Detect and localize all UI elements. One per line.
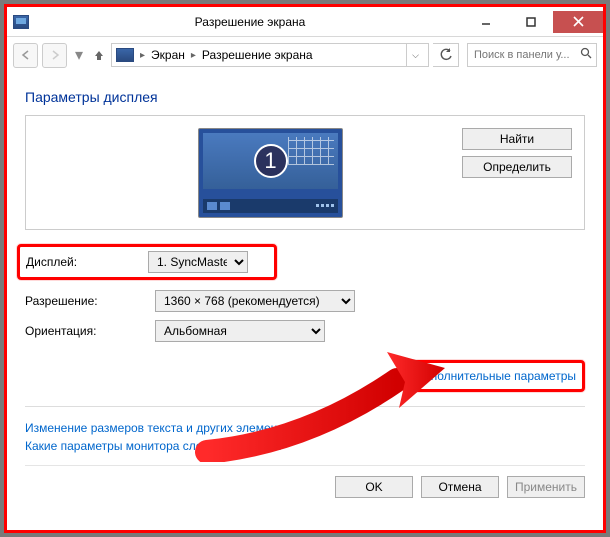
orientation-label: Ориентация:: [25, 324, 155, 338]
content-pane: Параметры дисплея 1 Найти Определить Дис…: [7, 73, 603, 530]
which-monitor-link[interactable]: Какие параметры монитора следует выбрать…: [25, 439, 585, 453]
resolution-row: Разрешение: 1360 × 768 (рекомендуется): [25, 286, 585, 316]
back-button[interactable]: [13, 43, 38, 68]
monitor-number-badge: 1: [254, 144, 288, 178]
text-size-link[interactable]: Изменение размеров текста и других элеме…: [25, 421, 585, 435]
maximize-button[interactable]: [508, 11, 553, 33]
ok-button[interactable]: OK: [335, 476, 413, 498]
separator: [25, 406, 585, 407]
chevron-right-icon: ▸: [191, 50, 196, 61]
titlebar: Разрешение экрана: [7, 7, 603, 37]
advanced-settings-link[interactable]: Дополнительные параметры: [416, 369, 576, 383]
forward-button[interactable]: [42, 43, 67, 68]
taskbar-preview: [203, 199, 338, 213]
find-button[interactable]: Найти: [462, 128, 572, 150]
display-row-highlight: Дисплей: 1. SyncMaster: [17, 244, 277, 280]
orientation-row: Ориентация: Альбомная: [25, 316, 585, 346]
desktop-grid-icon: [288, 137, 334, 165]
window-title: Разрешение экрана: [37, 15, 463, 29]
cancel-button[interactable]: Отмена: [421, 476, 499, 498]
dialog-button-bar: OK Отмена Применить: [25, 465, 585, 498]
chevron-right-icon: ▸: [140, 50, 145, 61]
settings-form: Дисплей: 1. SyncMaster Разрешение: 1360 …: [25, 242, 585, 346]
monitor-icon: [116, 48, 134, 62]
up-button[interactable]: [91, 43, 107, 68]
close-button[interactable]: [553, 11, 603, 33]
breadcrumb[interactable]: ▸ Экран ▸ Разрешение экрана ⌵: [111, 43, 429, 67]
breadcrumb-current[interactable]: Разрешение экрана: [202, 48, 313, 62]
detect-button[interactable]: Определить: [462, 156, 572, 178]
breadcrumb-root[interactable]: Экран: [151, 48, 185, 62]
navbar: ▾ ▸ Экран ▸ Разрешение экрана ⌵: [7, 37, 603, 73]
monitor-thumbnail[interactable]: 1: [198, 128, 343, 218]
apply-button[interactable]: Применить: [507, 476, 585, 498]
minimize-button[interactable]: [463, 11, 508, 33]
monitor-preview-panel: 1 Найти Определить: [25, 115, 585, 230]
resolution-label: Разрешение:: [25, 294, 155, 308]
orientation-select[interactable]: Альбомная: [155, 320, 325, 342]
advanced-link-highlight: Дополнительные параметры: [407, 360, 585, 392]
refresh-button[interactable]: [433, 43, 459, 67]
breadcrumb-dropdown[interactable]: ⌵: [406, 43, 424, 67]
page-heading: Параметры дисплея: [25, 89, 585, 105]
history-dropdown[interactable]: ▾: [71, 43, 87, 68]
app-icon: [13, 15, 29, 29]
search-input[interactable]: [472, 48, 580, 62]
resolution-select[interactable]: 1360 × 768 (рекомендуется): [155, 290, 355, 312]
screen-resolution-window: Разрешение экрана ▾ ▸ Экран ▸ Разрешение…: [7, 7, 603, 530]
display-select[interactable]: 1. SyncMaster: [148, 251, 248, 273]
search-box[interactable]: [467, 43, 597, 67]
display-label: Дисплей:: [26, 255, 148, 269]
related-links: Изменение размеров текста и других элеме…: [25, 417, 585, 457]
search-icon: [580, 46, 592, 64]
